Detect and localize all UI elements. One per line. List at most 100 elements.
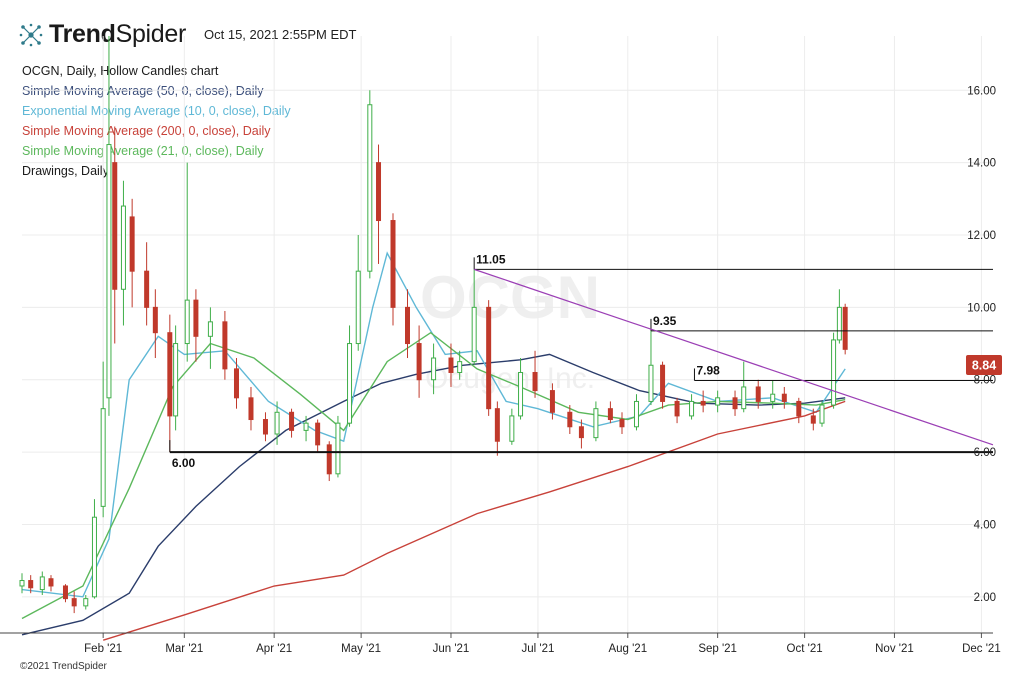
candle-body: [71, 598, 77, 607]
candle-body: [689, 400, 695, 417]
x-tick-label: Sep '21: [698, 643, 737, 655]
level-label: 6.00: [172, 456, 196, 470]
candle-body: [207, 321, 213, 337]
candle-body: [700, 400, 706, 406]
candle-body: [262, 419, 268, 435]
candle-body: [326, 444, 332, 475]
candle-body: [660, 364, 666, 402]
candle-body: [315, 422, 321, 446]
candle-body: [193, 299, 199, 337]
copyright: ©2021 TrendSpider: [20, 661, 107, 672]
candle-body: [781, 393, 787, 402]
candle-body: [532, 371, 538, 392]
candle-body: [457, 361, 463, 373]
candle-body: [167, 332, 173, 417]
y-tick-label: 12.00: [967, 230, 996, 242]
price-badge-value: 8.84: [972, 359, 996, 373]
y-tick-label: 6.00: [974, 447, 996, 459]
candle-body: [486, 306, 492, 410]
candle-body: [732, 397, 738, 410]
candle-body: [715, 397, 721, 406]
candle-body: [831, 339, 837, 406]
candle-body: [39, 576, 45, 591]
candle-body: [518, 371, 524, 417]
candle-body: [796, 400, 802, 417]
x-tick-label: May '21: [341, 643, 381, 655]
candle-body: [448, 357, 454, 373]
x-tick-label: Apr '21: [256, 643, 292, 655]
candle-body: [674, 400, 680, 417]
candle-body: [100, 408, 106, 507]
x-tick-label: Dec '21: [962, 643, 1001, 655]
y-tick-label: 2.00: [974, 592, 996, 604]
candle-body: [509, 415, 515, 442]
candle-body: [431, 357, 437, 381]
candle-body: [233, 368, 239, 399]
candle-body: [755, 386, 761, 402]
x-tick-label: Oct '21: [787, 643, 823, 655]
x-tick-label: Aug '21: [608, 643, 647, 655]
watermark-ticker: OCGN: [420, 264, 600, 331]
x-tick-label: Mar '21: [165, 643, 203, 655]
candle-body: [633, 400, 639, 428]
series-line-sma200: [102, 400, 846, 641]
candle-body: [836, 306, 842, 341]
candle-body: [28, 580, 34, 589]
candle-body: [390, 220, 396, 308]
candle-body: [405, 306, 411, 345]
candle-body: [106, 144, 112, 399]
candle-body: [819, 404, 825, 424]
candle-body: [471, 306, 477, 363]
candle-body: [222, 321, 228, 370]
level-label: 11.05: [476, 252, 506, 266]
candle-body: [335, 422, 341, 475]
candle-body: [173, 343, 179, 417]
x-tick-label: Jun '21: [433, 643, 470, 655]
candle-body: [62, 585, 68, 600]
candle-body: [83, 598, 89, 607]
candle-body: [355, 270, 361, 345]
y-tick-label: 16.00: [967, 85, 996, 97]
candle-body: [48, 578, 54, 587]
y-tick-label: 8.00: [974, 375, 996, 387]
candle-body: [578, 426, 584, 439]
candle-body: [607, 408, 613, 421]
x-tick-label: Jul '21: [521, 643, 554, 655]
candle-body: [842, 306, 848, 350]
y-tick-label: 4.00: [974, 519, 996, 531]
candle-body: [184, 299, 190, 345]
x-tick-label: Nov '21: [875, 643, 914, 655]
candle-body: [593, 408, 599, 439]
candle-body: [549, 390, 555, 413]
candle-body: [274, 411, 280, 435]
candle-body: [120, 205, 126, 290]
y-tick-label: 10.00: [967, 302, 996, 314]
candle-body: [112, 162, 118, 290]
candle-body: [376, 162, 382, 222]
candle-body: [367, 104, 373, 272]
price-chart[interactable]: OCGN Ocugen, Inc. 11.059.357.986.00 2.00…: [0, 0, 1023, 678]
candle-body: [129, 216, 135, 272]
candle-body: [648, 364, 654, 402]
candle-body: [19, 580, 25, 587]
candle-body: [144, 270, 150, 308]
candle-body: [494, 408, 500, 442]
candle-body: [770, 393, 776, 402]
candle-body: [741, 386, 747, 410]
series-line-sma50: [21, 353, 846, 636]
candle-body: [810, 415, 816, 424]
y-tick-label: 14.00: [967, 158, 996, 170]
level-label: 9.35: [653, 314, 677, 328]
candle-body: [347, 343, 353, 424]
candle-body: [416, 343, 422, 381]
candle-body: [619, 419, 625, 428]
candle-body: [152, 306, 158, 334]
x-tick-label: Feb '21: [84, 643, 122, 655]
candle-body: [91, 516, 97, 598]
candle-body: [248, 397, 254, 421]
price-badge: 8.84: [966, 355, 1002, 375]
candle-body: [303, 422, 309, 431]
candle-body: [567, 411, 573, 428]
level-label: 7.98: [696, 363, 720, 377]
candle-body: [289, 411, 295, 431]
